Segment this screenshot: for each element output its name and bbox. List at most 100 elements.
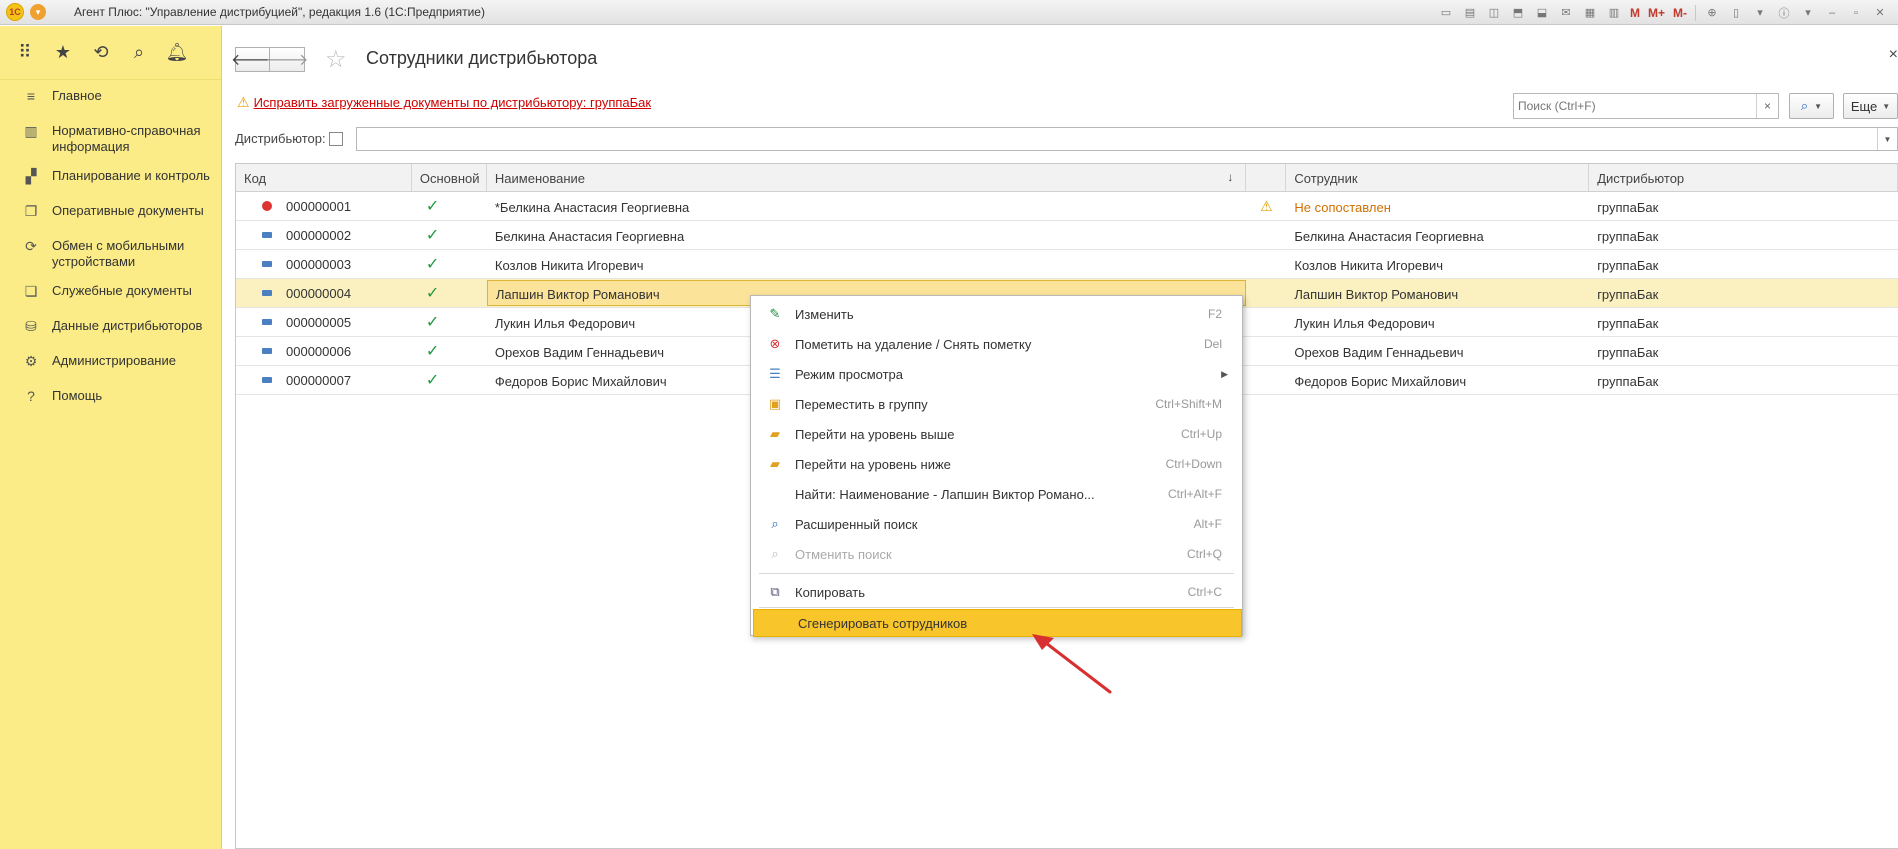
search-icon: ⌕ — [771, 516, 779, 531]
column-header-code[interactable]: Код — [236, 164, 412, 191]
submenu-arrow-icon: ▶ — [1221, 368, 1228, 379]
code-value: 000000006 — [286, 343, 352, 359]
menu-item-shortcut: Ctrl+Shift+M — [1155, 397, 1222, 411]
cell-employee: Федоров Борис Михайлович — [1294, 374, 1467, 389]
warning-icon: ⚠ — [1260, 198, 1273, 214]
chevron-down-icon[interactable]: ▼ — [1877, 128, 1897, 150]
cell-warning — [1246, 308, 1286, 336]
search-input[interactable] — [1514, 95, 1756, 117]
memory-minus-button[interactable]: M- — [1673, 5, 1687, 21]
search-icon[interactable]: ⌕ — [128, 42, 150, 64]
column-header-main[interactable]: Основной — [412, 164, 487, 191]
more-button-label: Еще — [1850, 98, 1878, 114]
sidebar-item-mobile-exchange[interactable]: ⟳ Обмен с мобильными устройствами — [0, 230, 221, 275]
calculator-icon[interactable]: ▦ — [1582, 5, 1598, 21]
code-value: 000000005 — [286, 314, 352, 330]
page-title: Сотрудники дистрибьютора — [366, 48, 598, 68]
dropdown-icon[interactable]: ▾ — [1752, 5, 1768, 21]
preview-icon[interactable]: ◫ — [1486, 5, 1502, 21]
cell-code: 000000002 — [236, 221, 412, 249]
sidebar-item-operative-docs[interactable]: ❐ Оперативные документы — [0, 195, 221, 230]
expand-icon[interactable]: ▾ — [1800, 5, 1816, 21]
table-row[interactable]: 000000001 ✓ *Белкина Анастасия Георгиевн… — [236, 192, 1898, 221]
distributor-filter-checkbox[interactable] — [329, 132, 343, 146]
main-menu-button[interactable]: ▾ — [30, 4, 46, 20]
sidebar-item-label: Помощь — [52, 388, 103, 403]
sidebar-item-administration[interactable]: ⚙ Администрирование — [0, 345, 221, 380]
history-icon[interactable]: ⟲ — [90, 42, 112, 64]
fix-documents-link[interactable]: Исправить загруженные документы по дистр… — [254, 95, 652, 110]
menu-item-level-down[interactable]: ▰ Перейти на уровень ниже Ctrl+Down — [751, 450, 1242, 478]
column-header-employee[interactable]: Сотрудник — [1286, 164, 1590, 191]
favorite-star-icon[interactable]: ☆ — [325, 45, 347, 74]
menu-item-copy[interactable]: ⧉ Копировать Ctrl+C — [751, 578, 1242, 606]
zoom-icon[interactable]: ⊕ — [1704, 5, 1720, 21]
sidebar-item-help[interactable]: ? Помощь — [0, 380, 221, 415]
menu-separator — [759, 607, 1234, 608]
menu-item-mark-delete[interactable]: ⊗ Пометить на удаление / Снять пометку D… — [751, 330, 1242, 358]
chart-icon: ▞ — [25, 168, 37, 184]
menu-item-shortcut: Alt+F — [1193, 517, 1222, 531]
sidebar-item-main[interactable]: ≡ Главное — [0, 80, 221, 115]
item-icon — [262, 377, 272, 383]
cell-distributor: группаБак — [1597, 200, 1659, 215]
minimize-icon[interactable]: – — [1824, 5, 1840, 21]
calendar-icon[interactable]: ▥ — [1606, 5, 1622, 21]
menu-separator — [759, 573, 1234, 574]
cell-main: ✓ — [425, 227, 440, 244]
sidebar-toolbar: ⠿ ★ ⟲ ⌕ 🔔︎ — [0, 26, 221, 80]
favorites-icon[interactable]: ★ — [52, 42, 74, 64]
forward-button[interactable]: 🡒 — [266, 47, 308, 72]
menu-item-edit[interactable]: ✎ Изменить F2 — [751, 300, 1242, 328]
cell-name: Козлов Никита Игоревич — [494, 258, 644, 273]
cell-employee: Не сопоставлен — [1294, 200, 1391, 215]
menu-item-level-up[interactable]: ▰ Перейти на уровень выше Ctrl+Up — [751, 420, 1242, 448]
clear-search-icon[interactable]: × — [1756, 94, 1778, 118]
menu-item-label: Перейти на уровень ниже — [795, 456, 951, 472]
maximize-icon[interactable]: ▫ — [1848, 5, 1864, 21]
link-icon[interactable]: ⬒ — [1510, 5, 1526, 21]
close-window-icon[interactable]: ✕ — [1872, 5, 1888, 21]
sidebar-item-reference[interactable]: ▥ Нормативно-справочная информация — [0, 115, 221, 160]
sidebar-item-planning[interactable]: ▞ Планирование и контроль — [0, 160, 221, 195]
menu-item-label: Пометить на удаление / Снять пометку — [795, 336, 1032, 352]
menu-item-shortcut: Ctrl+Alt+F — [1167, 487, 1222, 501]
code-value: 000000004 — [286, 285, 352, 301]
cell-main: ✓ — [425, 198, 440, 215]
view-mode-icon: ☰ — [769, 366, 781, 381]
menu-item-generate-employees[interactable]: Сгенерировать сотрудников — [753, 609, 1242, 637]
memory-button[interactable]: M — [1630, 5, 1640, 21]
item-icon — [262, 348, 272, 354]
info-icon[interactable]: ⓘ — [1776, 5, 1792, 21]
search-icon: ⌕ — [1800, 98, 1809, 113]
cell-warning — [1246, 250, 1286, 278]
column-header-warning[interactable] — [1246, 164, 1287, 191]
table-row[interactable]: 000000003 ✓ Козлов Никита Игоревич Козло… — [236, 250, 1898, 279]
sidebar-item-label: Данные дистрибьюторов — [52, 318, 203, 333]
sidebar-item-distributor-data[interactable]: ⛁ Данные дистрибьюторов — [0, 310, 221, 345]
menu-item-view-mode[interactable]: ☰ Режим просмотра ▶ — [751, 360, 1242, 388]
distributor-filter-field[interactable]: ▼ — [356, 127, 1898, 151]
column-header-distributor[interactable]: Дистрибьютор — [1589, 164, 1898, 191]
mail-icon[interactable]: ✉ — [1558, 5, 1574, 21]
print-icon[interactable]: ▤ — [1462, 5, 1478, 21]
notifications-icon[interactable]: 🔔︎ — [166, 42, 189, 64]
menu-item-shortcut: Ctrl+Down — [1165, 457, 1222, 471]
search-button[interactable]: ⌕ ▼ — [1789, 93, 1834, 119]
apps-grid-icon[interactable]: ⠿ — [14, 42, 36, 64]
column-header-name[interactable]: Наименование ↓ — [487, 164, 1247, 191]
menu-item-move-to-group[interactable]: ▣ Переместить в группу Ctrl+Shift+M — [751, 390, 1242, 418]
close-form-icon[interactable]: × — [1889, 46, 1898, 64]
sidebar-item-service-docs[interactable]: ❏ Служебные документы — [0, 275, 221, 310]
menu-item-find[interactable]: Найти: Наименование - Лапшин Виктор Рома… — [751, 480, 1242, 508]
menu-item-advanced-search[interactable]: ⌕ Расширенный поиск Alt+F — [751, 510, 1242, 538]
memory-plus-button[interactable]: M+ — [1648, 5, 1665, 21]
more-button[interactable]: Еще ▼ — [1843, 93, 1898, 119]
docs-icon: ❐ — [24, 203, 38, 219]
table-row[interactable]: 000000002 ✓ Белкина Анастасия Георгиевна… — [236, 221, 1898, 250]
chevron-down-icon: ▼ — [1814, 101, 1823, 111]
attach-icon[interactable]: ⬓ — [1534, 5, 1550, 21]
save-icon[interactable]: ▭ — [1438, 5, 1454, 21]
cell-code: 000000005 — [236, 308, 412, 336]
panels-icon[interactable]: ▯ — [1728, 5, 1744, 21]
